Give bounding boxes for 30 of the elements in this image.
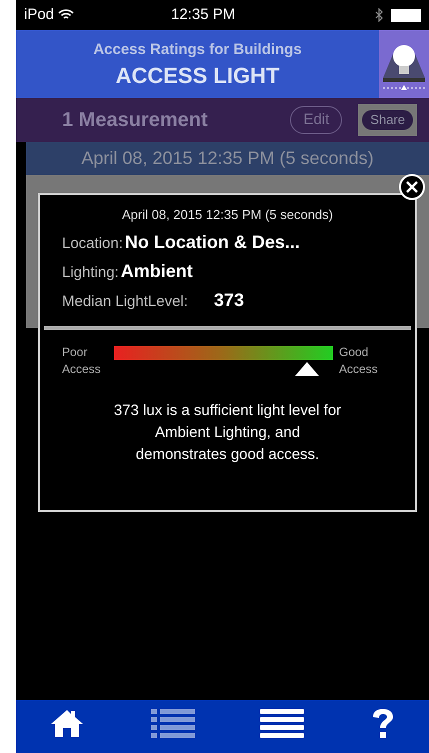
popup-timestamp: April 08, 2015 12:35 PM (5 seconds) (120, 206, 334, 224)
carrier-name: iPod (24, 4, 54, 25)
field-value: No Location & Des... (124, 230, 300, 254)
field-value: Ambient (120, 260, 193, 282)
good-label: Good (339, 344, 370, 360)
list-section-header: April 08, 2015 12:35 PM (5 seconds) (26, 142, 429, 175)
assessment-message: 373 lux is a sufficient light level for Ambient Lighting, and demonstrates good access. (112, 400, 342, 464)
field-label: Median LightLevel: (62, 292, 188, 312)
bluetooth-icon (375, 8, 383, 22)
field-label: Location: (62, 234, 123, 254)
lightbulb-logo-icon (379, 30, 429, 98)
share-button[interactable]: Share (362, 110, 413, 130)
battery-icon (391, 8, 421, 22)
tab-button[interactable] (260, 708, 304, 740)
tab-button[interactable] (48, 708, 85, 738)
close-icon (406, 181, 418, 193)
poor-label: Poor (62, 344, 88, 360)
list-icon (150, 708, 195, 740)
app-title: ACCESS LIGHT (116, 62, 280, 89)
edit-button[interactable]: Edit (290, 106, 342, 134)
field-value: 373 (214, 288, 244, 312)
access-label: Access (339, 360, 378, 378)
access-label: Access (62, 360, 102, 378)
measurement-count: 1 Measurement (62, 108, 208, 133)
app-subtitle: Access Ratings for Buildings (93, 40, 302, 60)
field-label: Lighting: (62, 262, 119, 282)
clock-time: 12:35 PM (171, 4, 236, 25)
home-icon (48, 708, 85, 738)
menu-icon (260, 708, 304, 740)
wifi-icon (58, 9, 74, 21)
